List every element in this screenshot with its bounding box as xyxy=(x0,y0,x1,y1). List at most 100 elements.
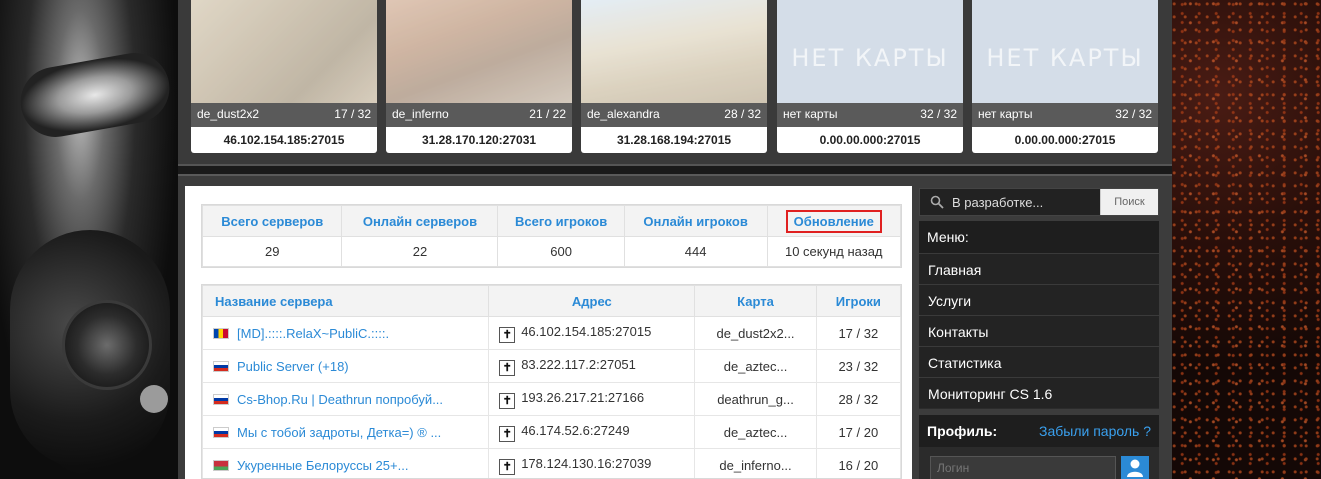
cs-icon[interactable]: ✝ xyxy=(499,425,516,442)
sidebar: В разработке... Поиск Меню: Главная Услу… xyxy=(919,188,1159,479)
card-players: 17 / 32 xyxy=(334,107,371,121)
column-header-name[interactable]: Название сервера xyxy=(202,285,490,317)
stat-header-online-players: Онлайн игроков xyxy=(623,205,768,237)
map-thumbnail: НЕТ КАРТЫ xyxy=(777,0,963,103)
server-card[interactable]: НЕТ КАРТЫ нет карты 32 / 32 0.00.00.000:2… xyxy=(972,0,1158,153)
menu-item-contacts[interactable]: Контакты xyxy=(919,315,1159,346)
card-map-name: нет карты xyxy=(783,107,838,121)
search-icon xyxy=(930,195,944,209)
server-map: de_aztec... xyxy=(694,415,817,449)
skull-icon xyxy=(140,385,168,413)
user-icon xyxy=(1127,459,1143,477)
server-players: 28 / 32 xyxy=(815,382,901,416)
server-cards-strip: de_dust2x2 17 / 32 46.102.154.185:27015 d… xyxy=(178,0,1172,166)
search-button[interactable]: Поиск xyxy=(1100,189,1158,215)
no-map-placeholder: НЕТ КАРТЫ xyxy=(986,44,1144,72)
no-map-placeholder: НЕТ КАРТЫ xyxy=(791,44,949,72)
server-address: 46.102.154.185:27015 xyxy=(521,323,652,339)
server-address: 46.174.52.6:27249 xyxy=(521,422,630,438)
mask-filter-art xyxy=(62,300,152,390)
cs-icon[interactable]: ✝ xyxy=(499,359,516,376)
table-row[interactable]: [MD].::::.RelaX~PublіC.::::. ✝ 46.102.154… xyxy=(202,316,901,350)
cs-icon[interactable]: ✝ xyxy=(499,392,516,409)
profile-title: Профиль: xyxy=(927,423,998,439)
map-thumbnail xyxy=(191,0,377,103)
server-address: 83.222.117.2:27051 xyxy=(521,356,636,372)
background-art-right xyxy=(1172,0,1321,479)
stat-total-servers: 29 xyxy=(201,236,343,267)
card-address: 0.00.00.000:27015 xyxy=(819,133,921,147)
update-label: Обновление xyxy=(785,209,882,233)
stat-header-online-servers: Онлайн серверов xyxy=(341,205,499,237)
cs-icon[interactable]: ✝ xyxy=(499,458,516,475)
flag-icon xyxy=(213,327,229,339)
server-map: deathrun_g... xyxy=(694,382,817,416)
stat-total-players: 600 xyxy=(497,236,625,267)
column-header-players[interactable]: Игроки xyxy=(815,285,901,317)
server-card[interactable]: de_alexandra 28 / 32 31.28.168.194:27015 xyxy=(581,0,767,153)
server-card[interactable]: НЕТ КАРТЫ нет карты 32 / 32 0.00.00.000:2… xyxy=(777,0,963,153)
server-name-link[interactable]: Мы с тобой задроты, Детка=) ® ... xyxy=(237,425,441,440)
flag-icon xyxy=(213,459,229,471)
card-address: 46.102.154.185:27015 xyxy=(223,133,345,147)
forgot-password-link[interactable]: Забыли пароль ? xyxy=(1039,423,1151,439)
server-address: 193.26.217.21:27166 xyxy=(521,389,645,405)
server-players: 16 / 20 xyxy=(815,448,901,478)
server-players: 23 / 32 xyxy=(815,349,901,383)
server-map: de_dust2x2... xyxy=(694,316,817,350)
menu-item-home[interactable]: Главная xyxy=(919,253,1159,284)
card-map-name: de_alexandra xyxy=(587,107,660,121)
search-input[interactable]: В разработке... xyxy=(952,195,1043,210)
column-header-map[interactable]: Карта xyxy=(694,285,817,317)
user-login-button[interactable] xyxy=(1121,456,1149,479)
stat-online-players: 444 xyxy=(623,236,768,267)
stat-update-time: 10 секунд назад xyxy=(766,236,901,267)
card-players: 28 / 32 xyxy=(724,107,761,121)
server-card[interactable]: de_dust2x2 17 / 32 46.102.154.185:27015 xyxy=(191,0,377,153)
card-address: 0.00.00.000:27015 xyxy=(1014,133,1116,147)
card-map-name: de_inferno xyxy=(392,107,449,121)
menu-item-statistics[interactable]: Статистика xyxy=(919,346,1159,377)
menu-item-monitoring[interactable]: Мониторинг CS 1.6 xyxy=(919,377,1159,408)
card-map-name: de_dust2x2 xyxy=(197,107,260,121)
menu-title: Меню: xyxy=(919,221,1159,253)
menu-item-services[interactable]: Услуги xyxy=(919,284,1159,315)
server-map: de_inferno... xyxy=(694,448,817,478)
server-card[interactable]: de_inferno 21 / 22 31.28.170.120:27031 xyxy=(386,0,572,153)
stat-online-servers: 22 xyxy=(341,236,499,267)
login-field[interactable] xyxy=(930,456,1116,479)
content-panel: Всего серверов Онлайн серверов Всего игр… xyxy=(185,186,912,479)
stat-header-update: Обновление xyxy=(766,205,901,237)
card-address: 31.28.170.120:27031 xyxy=(421,133,537,147)
stat-header-total-players: Всего игроков xyxy=(497,205,625,237)
table-row[interactable]: Мы с тобой задроты, Детка=) ® ... ✝ 46.17… xyxy=(202,415,901,449)
server-name-link[interactable]: Cs-Bhop.Ru | Deathrun попробуй... xyxy=(237,392,443,407)
background-art-left xyxy=(0,0,178,479)
map-thumbnail: НЕТ КАРТЫ xyxy=(972,0,1158,103)
stats-table: Всего серверов Онлайн серверов Всего игр… xyxy=(201,204,902,268)
goggles-art xyxy=(15,47,175,143)
server-address: 178.124.130.16:27039 xyxy=(521,455,652,471)
server-map: de_aztec... xyxy=(694,349,817,383)
map-thumbnail xyxy=(386,0,572,103)
menu-panel: Меню: Главная Услуги Контакты Статистика… xyxy=(919,221,1159,409)
cs-icon[interactable]: ✝ xyxy=(499,326,516,343)
flag-icon xyxy=(213,360,229,372)
profile-panel: Профиль: Забыли пароль ? xyxy=(919,415,1159,479)
map-thumbnail xyxy=(581,0,767,103)
flag-icon xyxy=(213,393,229,405)
server-name-link[interactable]: Укуренные Белоруссы 25+... xyxy=(237,458,408,473)
table-row[interactable]: Public Server (+18) ✝ 83.222.117.2:27051 … xyxy=(202,349,901,383)
search-box: В разработке... Поиск xyxy=(919,188,1159,216)
table-row[interactable]: Cs-Bhop.Ru | Deathrun попробуй... ✝ 193.2… xyxy=(202,382,901,416)
server-name-link[interactable]: [MD].::::.RelaX~PublіC.::::. xyxy=(237,326,389,341)
server-players: 17 / 32 xyxy=(815,316,901,350)
card-players: 32 / 32 xyxy=(920,107,957,121)
server-players: 17 / 20 xyxy=(815,415,901,449)
column-header-address[interactable]: Адрес xyxy=(488,285,696,317)
card-map-name: нет карты xyxy=(978,107,1033,121)
server-name-link[interactable]: Public Server (+18) xyxy=(237,359,349,374)
card-address: 31.28.168.194:27015 xyxy=(616,133,732,147)
flag-icon xyxy=(213,426,229,438)
table-row[interactable]: Укуренные Белоруссы 25+... ✝ 178.124.130.… xyxy=(202,448,901,478)
